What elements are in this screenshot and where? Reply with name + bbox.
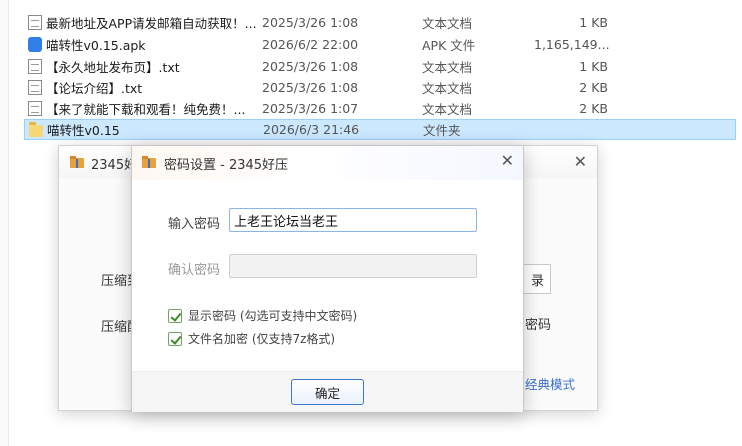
show-password-option[interactable]: 显示密码 (勾选可支持中文密码) bbox=[168, 307, 357, 324]
encrypt-filenames-label: 文件名加密 (仅支持7z格式) bbox=[188, 332, 336, 346]
close-icon[interactable]: ✕ bbox=[574, 152, 587, 171]
text-doc-icon bbox=[28, 80, 42, 95]
file-name: 最新地址及APP请发邮箱自动获取！... bbox=[46, 16, 256, 31]
encrypt-filenames-option[interactable]: 文件名加密 (仅支持7z格式) bbox=[168, 330, 335, 347]
text-doc-icon bbox=[28, 101, 42, 116]
file-type: 文本文档 bbox=[422, 102, 473, 117]
file-size: 1 KB bbox=[579, 59, 608, 74]
file-date: 2025/3/26 1:07 bbox=[262, 101, 359, 116]
file-row[interactable]: 【永久地址发布页】.txt 2025/3/26 1:08 文本文档 1 KB bbox=[24, 56, 736, 77]
file-name: 【论坛介绍】.txt bbox=[46, 81, 143, 96]
file-date: 2025/3/26 1:08 bbox=[262, 15, 359, 30]
browse-button[interactable]: 录 bbox=[523, 264, 551, 294]
file-type: 文本文档 bbox=[422, 81, 473, 96]
password-dialog-footer: 确定 bbox=[132, 371, 523, 412]
ok-button[interactable]: 确定 bbox=[291, 379, 364, 405]
close-icon[interactable]: ✕ bbox=[501, 151, 514, 170]
show-password-label: 显示密码 (勾选可支持中文密码) bbox=[188, 309, 358, 323]
file-row-selected[interactable]: 喵转性v0.15 2026/6/3 21:46 文件夹 bbox=[24, 119, 736, 140]
classic-mode-link[interactable]: 经典模式 bbox=[525, 374, 575, 393]
folder-icon bbox=[29, 122, 43, 137]
file-size: 1,165,149... bbox=[534, 37, 610, 52]
confirm-password-label: 确认密码 bbox=[168, 263, 221, 278]
file-name: 喵转性v0.15 bbox=[47, 123, 120, 138]
file-type: APK 文件 bbox=[422, 38, 476, 53]
file-name: 喵转性v0.15.apk bbox=[46, 38, 146, 53]
file-type: 文本文档 bbox=[422, 60, 473, 75]
haozip-logo-icon bbox=[70, 156, 84, 168]
haozip-logo-icon bbox=[142, 156, 156, 168]
encrypt-filenames-checkbox[interactable] bbox=[168, 331, 182, 346]
file-date: 2026/6/2 22:00 bbox=[262, 37, 359, 52]
file-row[interactable]: 【来了就能下载和观看！纯免费！... 2025/3/26 1:07 文本文档 2… bbox=[24, 98, 736, 119]
show-password-checkbox[interactable] bbox=[168, 308, 182, 323]
file-date: 2026/6/3 21:46 bbox=[263, 122, 360, 137]
file-row[interactable]: 最新地址及APP请发邮箱自动获取！... 2025/3/26 1:08 文本文档… bbox=[24, 12, 736, 33]
file-size: 2 KB bbox=[579, 80, 608, 95]
text-doc-icon bbox=[28, 15, 42, 30]
password-option-label[interactable]: 密码 bbox=[525, 314, 551, 333]
compress-window-title: 2345好压 bbox=[91, 158, 131, 173]
text-doc-icon bbox=[28, 59, 42, 74]
file-date: 2025/3/26 1:08 bbox=[262, 59, 359, 74]
file-size: 1 KB bbox=[579, 15, 608, 30]
file-row[interactable]: 【论坛介绍】.txt 2025/3/26 1:08 文本文档 2 KB bbox=[24, 77, 736, 98]
enter-password-label: 输入密码 bbox=[168, 217, 221, 232]
password-dialog-titlebar: 密码设置 - 2345好压 ✕ bbox=[132, 146, 523, 180]
file-date: 2025/3/26 1:08 bbox=[262, 80, 359, 95]
compress-config-label: 压缩配置 bbox=[101, 320, 131, 335]
file-row[interactable]: 喵转性v0.15.apk 2026/6/2 22:00 APK 文件 1,165… bbox=[24, 34, 736, 55]
file-name: 【永久地址发布页】.txt bbox=[46, 60, 180, 75]
file-size: 2 KB bbox=[579, 101, 608, 116]
password-dialog-title: 密码设置 - 2345好压 bbox=[164, 158, 289, 173]
compress-to-label: 压缩到 bbox=[101, 274, 131, 289]
apk-icon bbox=[28, 37, 42, 52]
explorer-left-edge bbox=[0, 0, 9, 446]
password-dialog: 密码设置 - 2345好压 ✕ 输入密码 确认密码 显示密码 (勾选可支持中文密… bbox=[131, 145, 524, 412]
confirm-password-input bbox=[229, 254, 477, 278]
file-name: 【来了就能下载和观看！纯免费！... bbox=[46, 102, 246, 117]
file-type: 文件夹 bbox=[423, 123, 461, 138]
password-input[interactable] bbox=[229, 208, 477, 232]
file-type: 文本文档 bbox=[422, 16, 473, 31]
